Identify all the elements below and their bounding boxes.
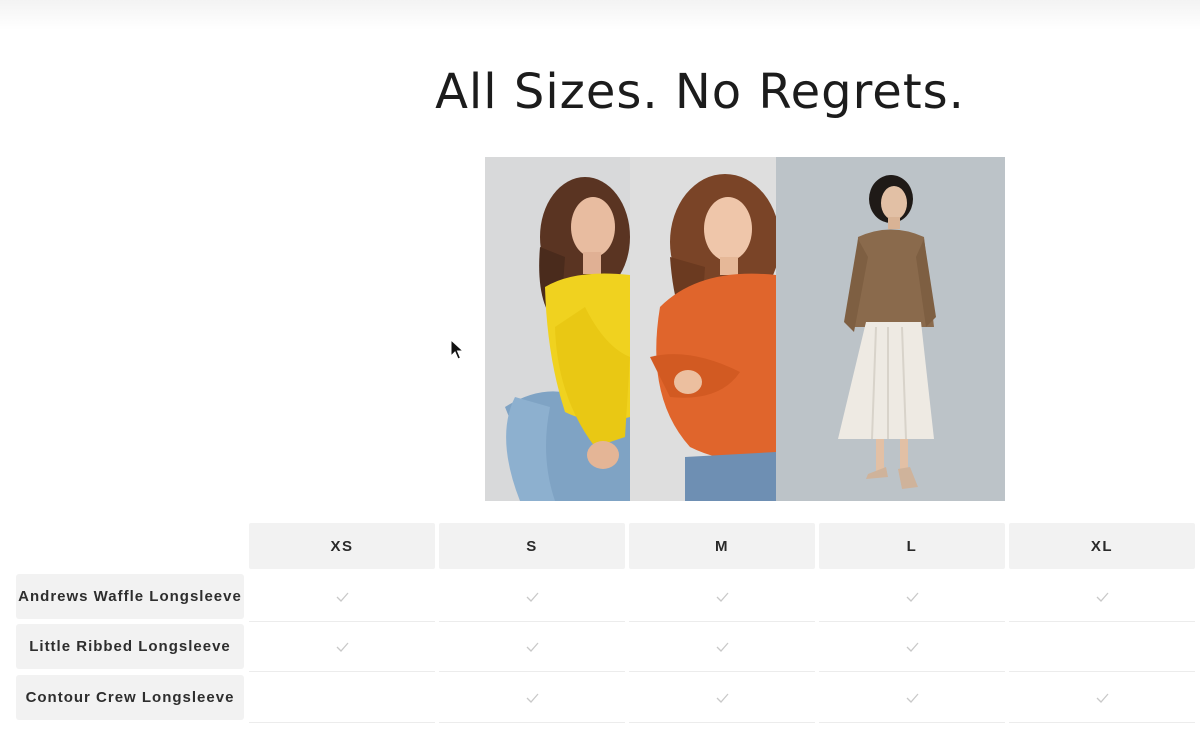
availability-cell [1009, 573, 1195, 622]
size-header-xs: XS [249, 523, 435, 569]
availability-cell [819, 623, 1005, 672]
availability-cell [249, 573, 435, 622]
availability-cell [1009, 623, 1195, 672]
availability-cell [249, 623, 435, 672]
size-header-xl: XL [1009, 523, 1195, 569]
availability-cell [439, 674, 625, 723]
availability-cell [439, 623, 625, 672]
check-icon [526, 693, 538, 703]
check-icon [336, 592, 348, 602]
page-title: All Sizes. No Regrets. [435, 64, 965, 120]
photo-yellow-sweater-model [485, 157, 630, 501]
top-bar [0, 0, 1200, 30]
availability-cell [249, 674, 435, 723]
availability-cell [439, 573, 625, 622]
availability-cell [819, 573, 1005, 622]
photo-collage [485, 157, 1005, 501]
check-icon [716, 592, 728, 602]
check-icon [526, 592, 538, 602]
check-icon [716, 642, 728, 652]
product-label-little-ribbed-longsleeve: Little Ribbed Longsleeve [16, 624, 244, 669]
size-header-s: S [439, 523, 625, 569]
availability-cell [819, 674, 1005, 723]
photo-brown-sweater-model [776, 157, 1005, 501]
product-label-contour-crew-longsleeve: Contour Crew Longsleeve [16, 675, 244, 720]
availability-cell [1009, 674, 1195, 723]
check-icon [906, 693, 918, 703]
check-icon [1096, 693, 1108, 703]
check-icon [716, 693, 728, 703]
mouse-pointer-icon [450, 339, 464, 360]
availability-cell [629, 674, 815, 723]
check-icon [336, 642, 348, 652]
availability-cell [629, 573, 815, 622]
size-header-m: M [629, 523, 815, 569]
check-icon [1096, 592, 1108, 602]
check-icon [906, 642, 918, 652]
photo-orange-sweater-model [630, 157, 776, 501]
availability-cell [629, 623, 815, 672]
product-label-andrews-waffle-longsleeve: Andrews Waffle Longsleeve [16, 574, 244, 619]
check-icon [526, 642, 538, 652]
check-icon [906, 592, 918, 602]
size-header-l: L [819, 523, 1005, 569]
